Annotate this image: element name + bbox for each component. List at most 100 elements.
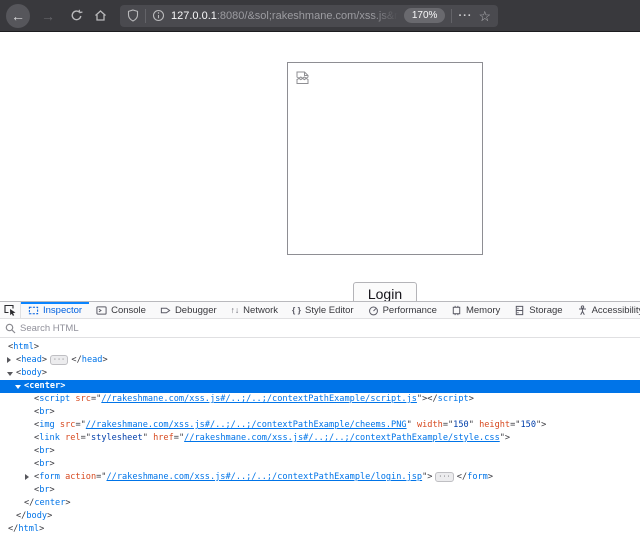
- punctuation: =": [75, 420, 85, 430]
- tab-inspector[interactable]: Inspector: [21, 302, 89, 318]
- search-input[interactable]: [20, 323, 635, 334]
- markup-row[interactable]: <br>: [0, 458, 640, 471]
- devtools-search: [0, 319, 640, 338]
- markup-row[interactable]: <br>: [0, 445, 640, 458]
- punctuation: ": [469, 420, 479, 430]
- tab-style-editor[interactable]: { }Style Editor: [285, 302, 361, 318]
- tag-name: center: [29, 381, 60, 391]
- markup-tree: <html><head>···</head><body><center><scr…: [0, 338, 640, 536]
- devtools-panel: Inspector Console Debugger ↑↓Network{ }Styl…: [0, 301, 640, 558]
- firefox-window: ← → 127.0.0.1:8080/&sol;rakeshmane.com/: [0, 0, 640, 558]
- expand-arrow-icon[interactable]: [7, 357, 11, 363]
- punctuation: >: [34, 342, 39, 352]
- ellipsis-badge[interactable]: ···: [50, 355, 68, 365]
- home-button[interactable]: [88, 4, 112, 28]
- url-path: :8080/&sol;rakeshmane.com/xss.js&num;/..…: [217, 10, 398, 22]
- punctuation: >: [39, 524, 44, 534]
- markup-row[interactable]: <br>: [0, 406, 640, 419]
- markup-row[interactable]: </html>: [0, 523, 640, 536]
- tab-accessibility[interactable]: Accessibility: [570, 302, 640, 318]
- markup-row[interactable]: <img src="//rakeshmane.com/xss.js#/..;/.…: [0, 419, 640, 432]
- punctuation: >: [42, 355, 47, 365]
- punctuation: ": [407, 420, 417, 430]
- zoom-level-badge[interactable]: 170%: [404, 8, 446, 23]
- attribute-value: 150: [453, 420, 469, 430]
- markup-row[interactable]: <form action="//rakeshmane.com/xss.js#/.…: [0, 471, 640, 484]
- markup-row[interactable]: </center>: [0, 497, 640, 510]
- attribute-link[interactable]: //rakeshmane.com/xss.js#/..;/..;/context…: [101, 394, 417, 404]
- punctuation: >: [50, 459, 55, 469]
- node-picker-icon: [4, 304, 17, 316]
- tag-name: form: [467, 472, 488, 482]
- tag-name: html: [13, 342, 34, 352]
- punctuation: >: [42, 368, 47, 378]
- site-info-icon[interactable]: [152, 9, 165, 22]
- style-editor-icon: { }: [292, 305, 301, 315]
- markup-row[interactable]: <script src="//rakeshmane.com/xss.js#/..…: [0, 393, 640, 406]
- login-button[interactable]: Login: [353, 282, 417, 301]
- tab-label: Console: [111, 305, 146, 316]
- markup-row[interactable]: <head>···</head>: [0, 354, 640, 367]
- url-bar[interactable]: 127.0.0.1:8080/&sol;rakeshmane.com/xss.j…: [120, 5, 498, 27]
- console-icon: [96, 305, 107, 316]
- punctuation: ">: [536, 420, 546, 430]
- punctuation: =": [96, 472, 106, 482]
- punctuation: ">: [422, 472, 432, 482]
- tab-console[interactable]: Console: [89, 302, 153, 318]
- punctuation: >: [102, 355, 107, 365]
- punctuation: >: [488, 472, 493, 482]
- attribute-link[interactable]: //rakeshmane.com/xss.js#/..;/..;/context…: [106, 472, 422, 482]
- bookmark-star-icon[interactable]: ☆: [478, 9, 491, 23]
- back-button[interactable]: ←: [6, 4, 30, 28]
- punctuation: =": [174, 433, 184, 443]
- punctuation: >: [65, 498, 70, 508]
- urlbar-divider: [451, 9, 452, 23]
- punctuation: ">: [417, 394, 427, 404]
- punctuation: ">: [500, 433, 510, 443]
- ellipsis-badge[interactable]: ···: [435, 472, 453, 482]
- punctuation: </: [16, 511, 26, 521]
- page-actions-icon[interactable]: ···: [458, 10, 472, 22]
- tag-name: html: [18, 524, 39, 534]
- markup-row[interactable]: <center>: [0, 380, 640, 393]
- markup-row[interactable]: <body>: [0, 367, 640, 380]
- markup-row[interactable]: <html>: [0, 341, 640, 354]
- attribute-value: 150: [520, 420, 536, 430]
- tag-name: script: [39, 394, 70, 404]
- forward-button[interactable]: →: [36, 4, 60, 28]
- collapse-arrow-icon[interactable]: [15, 385, 21, 389]
- tab-label: Debugger: [175, 305, 217, 316]
- attribute-name: width: [417, 420, 443, 430]
- tab-label: Performance: [383, 305, 437, 316]
- punctuation: >: [50, 407, 55, 417]
- tab-network[interactable]: ↑↓Network: [224, 302, 285, 318]
- tag-name: link: [39, 433, 60, 443]
- tab-label: Memory: [466, 305, 500, 316]
- markup-row[interactable]: <link rel="stylesheet" href="//rakeshman…: [0, 432, 640, 445]
- url-text[interactable]: 127.0.0.1:8080/&sol;rakeshmane.com/xss.j…: [171, 10, 398, 22]
- tag-name: script: [438, 394, 469, 404]
- tab-performance[interactable]: Performance: [361, 302, 444, 318]
- node-picker-button[interactable]: [0, 302, 21, 318]
- shield-icon[interactable]: [127, 9, 139, 22]
- home-icon: [94, 9, 107, 22]
- markup-row[interactable]: </body>: [0, 510, 640, 523]
- tab-memory[interactable]: Memory: [444, 302, 507, 318]
- tab-storage[interactable]: Storage: [507, 302, 569, 318]
- punctuation: =": [510, 420, 520, 430]
- expand-arrow-icon[interactable]: [25, 474, 29, 480]
- tab-label: Storage: [529, 305, 562, 316]
- attribute-name: src: [60, 420, 76, 430]
- attribute-link[interactable]: //rakeshmane.com/xss.js#/..;/..;/context…: [184, 433, 500, 443]
- debugger-icon: [160, 305, 171, 316]
- collapse-arrow-icon[interactable]: [7, 372, 13, 376]
- reload-button[interactable]: [64, 4, 88, 28]
- markup-row[interactable]: <br>: [0, 484, 640, 497]
- attribute-link[interactable]: //rakeshmane.com/xss.js#/..;/..;/context…: [86, 420, 407, 430]
- attribute-name: src: [75, 394, 91, 404]
- tab-debugger[interactable]: Debugger: [153, 302, 224, 318]
- punctuation: >: [50, 485, 55, 495]
- tag-name: br: [39, 485, 49, 495]
- tag-name: head: [82, 355, 103, 365]
- punctuation: >: [469, 394, 474, 404]
